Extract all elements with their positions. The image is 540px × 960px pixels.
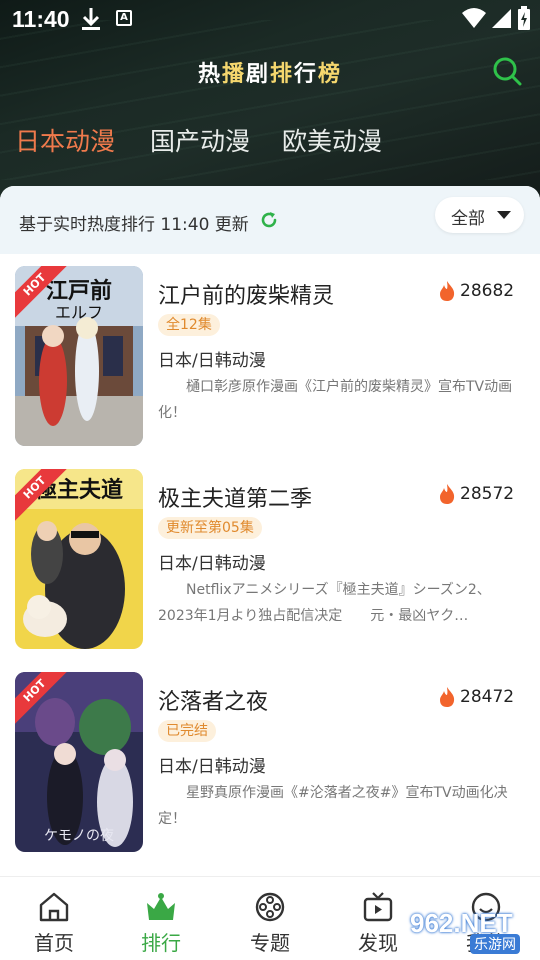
item-description: Netflixアニメシリーズ『極主夫道』シーズン2、2023年1月より独占配信决…	[158, 582, 491, 624]
update-bar: 基于实时热度排行 11:40 更新 全部	[0, 186, 540, 254]
signal-icon	[492, 9, 511, 28]
list-item[interactable]: 極主夫道 HOT 极主夫道第二季 28572 更新至第05集 日本/日韩动漫 N…	[0, 469, 540, 659]
flame-icon	[440, 687, 455, 707]
tab-western-anime[interactable]: 欧美动漫	[282, 122, 382, 158]
heat-value: 28682	[460, 281, 515, 301]
wifi-icon	[462, 8, 486, 28]
category-tabs: 日本动漫 国产动漫 欧美动漫	[0, 122, 540, 162]
status-bar: 11:40 A	[0, 0, 540, 40]
site-watermark: 962.NET 乐游网	[400, 906, 540, 960]
ranking-content: 基于实时热度排行 11:40 更新 全部 江戸前 エルフ HOT 江户前的废柴精…	[0, 186, 540, 876]
a-badge-icon: A	[116, 10, 132, 26]
title-char: 播	[221, 62, 246, 87]
svg-text:ケモノの夜: ケモノの夜	[44, 828, 114, 844]
filter-label: 全部	[451, 209, 485, 229]
status-time: 11:40	[12, 6, 70, 32]
title-char: 行	[294, 62, 319, 87]
crown-icon	[147, 893, 175, 920]
watermark-subtext: 乐游网	[470, 934, 520, 954]
home-icon	[39, 892, 69, 922]
nav-label: 排行	[141, 931, 181, 955]
download-icon	[82, 8, 100, 30]
list-item[interactable]: ケモノの夜 HOT 沦落者之夜 28472 已完结 日本/日韩动漫 星野真原作漫…	[0, 672, 540, 862]
header: 11:40 A 热播剧排行榜 日本动漫 国产动漫 欧美动漫	[0, 0, 540, 200]
flame-icon	[440, 484, 455, 504]
filter-dropdown[interactable]: 全部	[435, 197, 524, 233]
heat-value: 28472	[460, 687, 515, 707]
cover-image[interactable]: 江戸前 エルフ HOT	[15, 266, 143, 446]
title-char: 剧	[245, 62, 270, 87]
item-title[interactable]: 沦落者之夜	[158, 684, 268, 716]
title-char: 榜	[318, 62, 343, 87]
film-reel-icon	[255, 892, 285, 922]
item-title[interactable]: 江户前的废柴精灵	[158, 278, 334, 310]
genre-label: 日本/日韩动漫	[158, 757, 266, 777]
list-item[interactable]: 江戸前 エルフ HOT 江户前的废柴精灵 28682 全12集 日本/日韩动漫 …	[0, 266, 540, 456]
cover-image[interactable]: 極主夫道 HOT	[15, 469, 143, 649]
refresh-icon[interactable]	[259, 210, 279, 230]
genre-label: 日本/日韩动漫	[158, 351, 266, 371]
nav-label: 首页	[34, 931, 74, 955]
heat-value: 28572	[460, 484, 515, 504]
episode-tag: 已完结	[158, 720, 216, 742]
cover-image[interactable]: ケモノの夜 HOT	[15, 672, 143, 852]
search-icon[interactable]	[492, 56, 522, 86]
title-char: 热	[197, 62, 222, 87]
episode-tag: 更新至第05集	[158, 517, 262, 539]
episode-tag: 全12集	[158, 314, 220, 336]
item-description: 樋口彰彦原作漫画《江户前的废柴精灵》宣布TV动画化！	[158, 379, 513, 421]
page-title: 热播剧排行榜	[0, 56, 540, 88]
tab-chinese-anime[interactable]: 国产动漫	[150, 122, 250, 158]
nav-ranking[interactable]: 排行	[107, 877, 215, 960]
svg-text:江戸前: 江戸前	[46, 278, 112, 304]
tab-japanese-anime[interactable]: 日本动漫	[15, 122, 115, 158]
genre-label: 日本/日韩动漫	[158, 554, 266, 574]
item-title[interactable]: 极主夫道第二季	[158, 481, 312, 513]
svg-text:エルフ: エルフ	[55, 303, 103, 322]
item-description: 星野真原作漫画《#沦落者之夜#》宣布TV动画化决定！	[158, 785, 508, 827]
nav-label: 专题	[250, 931, 290, 955]
tv-icon	[363, 892, 393, 922]
caret-down-icon	[497, 211, 511, 219]
nav-home[interactable]: 首页	[0, 877, 108, 960]
title-char: 排	[270, 62, 295, 87]
update-status-text: 基于实时热度排行 11:40 更新	[19, 215, 249, 235]
battery-icon	[518, 6, 530, 30]
nav-topics[interactable]: 专题	[216, 877, 324, 960]
flame-icon	[440, 281, 455, 301]
